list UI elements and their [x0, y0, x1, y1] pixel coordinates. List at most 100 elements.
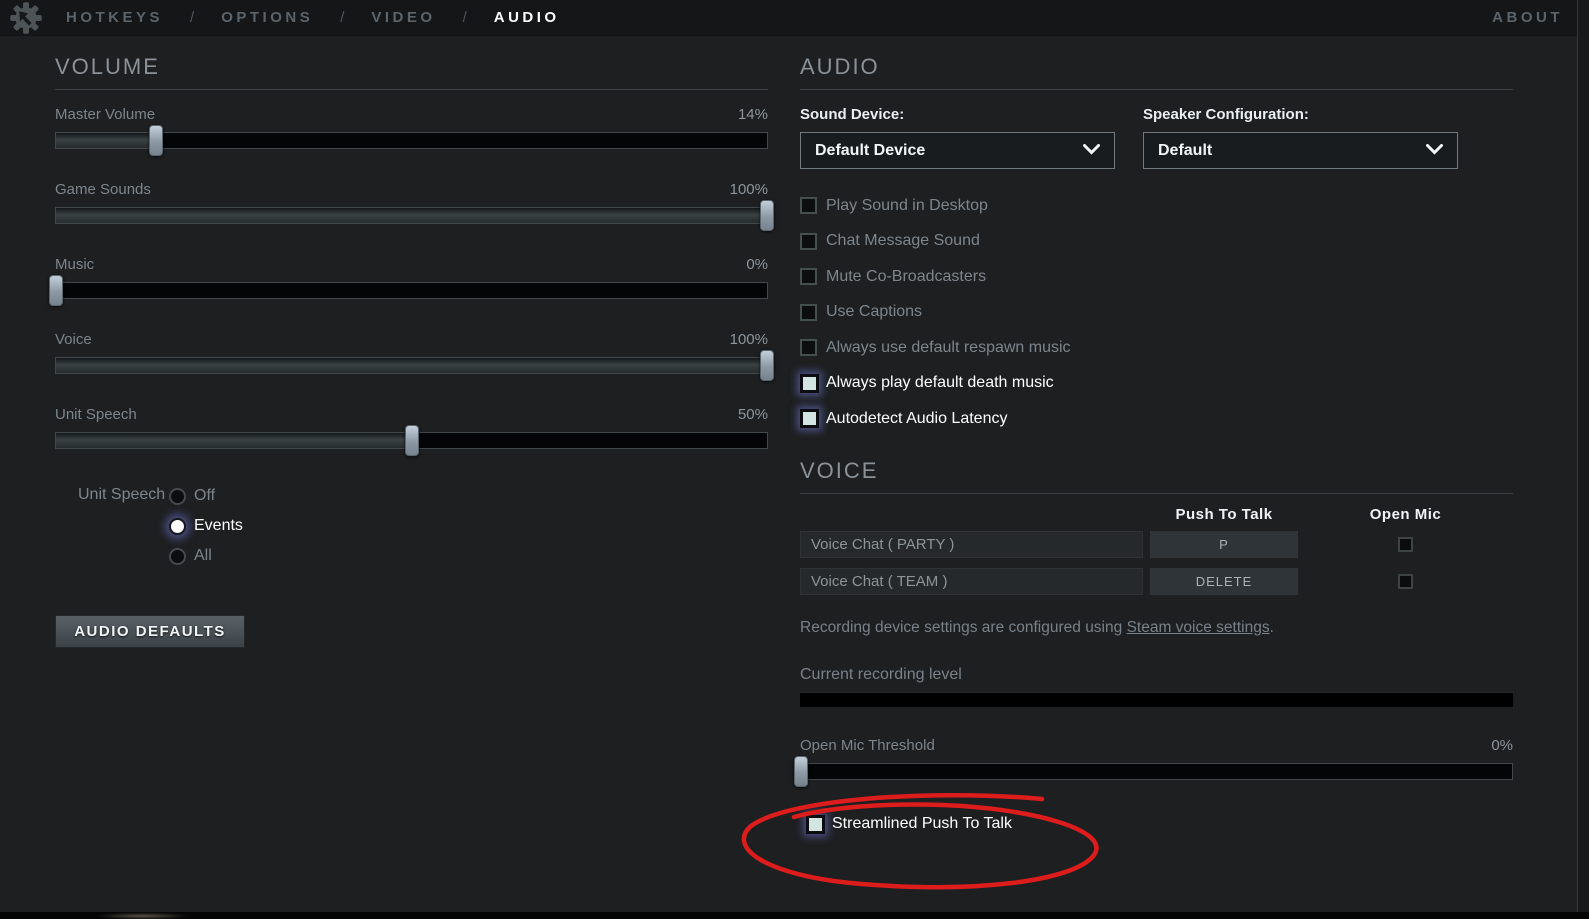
slider-value: 50%: [738, 406, 768, 423]
volume-column: VOLUME Master Volume 14% Game Sounds: [55, 36, 768, 648]
slider-value: 100%: [730, 181, 768, 198]
speaker-config-dropdown[interactable]: Default: [1143, 132, 1458, 169]
slider-handle[interactable]: [149, 125, 163, 156]
master-volume-slider[interactable]: [55, 132, 768, 149]
nav-separator: /: [190, 9, 194, 26]
steam-voice-settings-link[interactable]: Steam voice settings: [1127, 619, 1270, 636]
checkbox-label: Streamlined Push To Talk: [832, 815, 1012, 833]
slider-fill: [56, 358, 767, 373]
speaker-config-field: Speaker Configuration: Default: [1143, 106, 1458, 169]
volume-section-title: VOLUME: [55, 54, 768, 90]
checkbox-mute-co-broadcasters[interactable]: Mute Co-Broadcasters: [800, 259, 1513, 295]
slider-handle[interactable]: [794, 756, 808, 787]
voice-section-title: VOICE: [800, 458, 1513, 494]
voice-chat-team-open-mic-checkbox[interactable]: [1398, 574, 1413, 589]
unit-speech-slider[interactable]: [55, 432, 768, 449]
current-recording-level-meter: [800, 692, 1513, 707]
settings-screen: HOTKEYS / OPTIONS / VIDEO / AUDIO ABOUT …: [0, 0, 1589, 919]
checkbox-always-play-default-death-music[interactable]: Always play default death music: [800, 366, 1513, 402]
tab-hotkeys[interactable]: HOTKEYS: [66, 9, 163, 26]
voice-chat-team-label: Voice Chat ( TEAM ): [800, 568, 1143, 595]
about-link[interactable]: ABOUT: [1492, 9, 1563, 26]
chevron-down-icon: [1426, 142, 1443, 160]
checkbox-icon: [800, 374, 819, 393]
radio-label: All: [194, 547, 212, 565]
open-mic-threshold-block: Open Mic Threshold 0%: [800, 737, 1513, 780]
checkbox-use-captions[interactable]: Use Captions: [800, 295, 1513, 331]
settings-gear-icon[interactable]: [0, 1, 52, 35]
dropdown-value: Default Device: [815, 142, 1083, 160]
unit-speech-slider-row: Unit Speech 50%: [55, 406, 768, 449]
checkbox-label: Use Captions: [826, 303, 922, 321]
radio-unit-speech-events[interactable]: Events: [169, 511, 243, 541]
game-sounds-slider[interactable]: [55, 207, 768, 224]
checkbox-label: Chat Message Sound: [826, 232, 980, 250]
current-recording-level-label: Current recording level: [800, 666, 1513, 684]
slider-value: 100%: [730, 331, 768, 348]
tab-video[interactable]: VIDEO: [371, 9, 435, 26]
dropdown-value: Default: [1158, 142, 1426, 160]
slider-handle[interactable]: [405, 425, 419, 456]
open-mic-column-header: Open Mic: [1298, 506, 1513, 523]
radio-unit-speech-all[interactable]: All: [169, 541, 243, 571]
sound-device-label: Sound Device:: [800, 106, 1115, 123]
slider-handle[interactable]: [760, 350, 774, 381]
checkbox-label: Mute Co-Broadcasters: [826, 268, 986, 286]
slider-handle[interactable]: [760, 200, 774, 231]
slider-label: Open Mic Threshold: [800, 737, 935, 754]
unit-speech-radio-group: Unit Speech Off Events All: [78, 481, 768, 571]
voice-chat-party-open-mic-checkbox[interactable]: [1398, 537, 1413, 552]
nav-separator: /: [340, 9, 344, 26]
chevron-down-icon: [1083, 142, 1100, 160]
voice-slider[interactable]: [55, 357, 768, 374]
radio-icon: [169, 518, 186, 535]
slider-label: Unit Speech: [55, 406, 137, 423]
audio-defaults-button[interactable]: AUDIO DEFAULTS: [55, 615, 245, 648]
radio-label: Off: [194, 487, 215, 505]
slider-value: 0%: [1491, 737, 1513, 754]
sound-device-dropdown[interactable]: Default Device: [800, 132, 1115, 169]
checkbox-label: Autodetect Audio Latency: [826, 410, 1007, 428]
slider-handle[interactable]: [49, 275, 63, 306]
music-slider[interactable]: [55, 282, 768, 299]
slider-label: Game Sounds: [55, 181, 151, 198]
audio-section-title: AUDIO: [800, 54, 1513, 90]
nav-separator: /: [463, 9, 467, 26]
checkbox-icon: [800, 268, 817, 285]
game-sounds-slider-row: Game Sounds 100%: [55, 181, 768, 224]
checkbox-icon: [806, 815, 825, 834]
top-nav-bar: HOTKEYS / OPTIONS / VIDEO / AUDIO ABOUT: [0, 0, 1589, 36]
voice-binding-table: Push To Talk Open Mic Voice Chat ( PARTY…: [800, 506, 1513, 595]
checkbox-icon: [800, 409, 819, 428]
settings-content: VOLUME Master Volume 14% Game Sounds: [0, 36, 1589, 919]
note-text: Recording device settings are configured…: [800, 619, 1127, 636]
checkbox-label: Play Sound in Desktop: [826, 197, 988, 215]
slider-label: Master Volume: [55, 106, 155, 123]
slider-fill: [56, 433, 412, 448]
volume-sliders: Master Volume 14% Game Sounds 100%: [55, 106, 768, 449]
voice-chat-party-row: Voice Chat ( PARTY ) P: [800, 531, 1513, 558]
panel-right-edge: [1577, 0, 1589, 919]
note-text: .: [1270, 619, 1274, 636]
voice-chat-team-keybind-button[interactable]: DELETE: [1150, 568, 1298, 595]
tab-options[interactable]: OPTIONS: [221, 9, 313, 26]
radio-icon: [169, 488, 186, 505]
checkbox-chat-message-sound[interactable]: Chat Message Sound: [800, 224, 1513, 260]
tab-audio[interactable]: AUDIO: [494, 9, 560, 26]
voice-chat-party-keybind-button[interactable]: P: [1150, 531, 1298, 558]
open-mic-threshold-slider[interactable]: [800, 763, 1513, 780]
slider-fill: [56, 208, 767, 223]
slider-label: Music: [55, 256, 94, 273]
unit-speech-radio-group-label: Unit Speech: [78, 481, 169, 571]
radio-unit-speech-off[interactable]: Off: [169, 481, 243, 511]
nav-tabs: HOTKEYS / OPTIONS / VIDEO / AUDIO: [66, 9, 560, 26]
checkbox-always-use-default-respawn-music[interactable]: Always use default respawn music: [800, 330, 1513, 366]
voice-chat-team-row: Voice Chat ( TEAM ) DELETE: [800, 568, 1513, 595]
audio-checkbox-list: Play Sound in Desktop Chat Message Sound…: [800, 188, 1513, 437]
voice-slider-row: Voice 100%: [55, 331, 768, 374]
checkbox-icon: [800, 339, 817, 356]
sound-device-field: Sound Device: Default Device: [800, 106, 1115, 169]
checkbox-autodetect-audio-latency[interactable]: Autodetect Audio Latency: [800, 401, 1513, 437]
checkbox-streamlined-push-to-talk[interactable]: Streamlined Push To Talk: [806, 807, 1513, 843]
checkbox-play-sound-in-desktop[interactable]: Play Sound in Desktop: [800, 188, 1513, 224]
